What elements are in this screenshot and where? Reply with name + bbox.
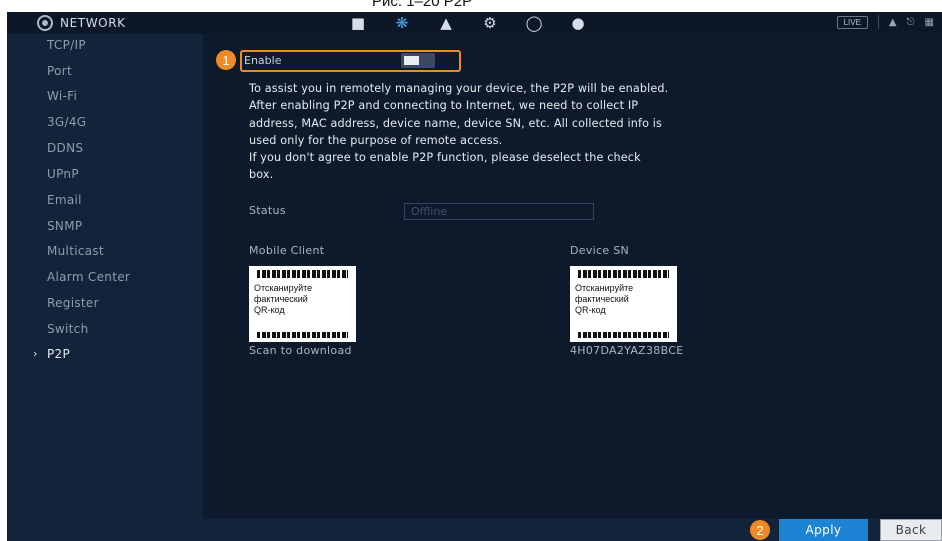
sidebar-item-port[interactable]: Port [47, 64, 72, 78]
network-globe-icon [37, 15, 53, 31]
enable-checkbox[interactable] [401, 53, 435, 68]
device-sn-value: 4H07DA2YAZ38BCE [570, 344, 684, 357]
bottom-bar: 2 Apply Back [203, 519, 942, 541]
notice-line: If you don't agree to enable P2P functio… [249, 151, 641, 165]
network-window: NETWORK ■ ❋ ▲ ⚙ ◯ ● LIVE ▲ ⎋ ▦ TCP/IP Po… [7, 12, 942, 541]
qr-pattern [578, 332, 669, 338]
device-sn-label: Device SN [570, 244, 630, 257]
live-button[interactable]: LIVE [836, 15, 868, 29]
notice-line: used only for the purpose of remote acce… [249, 133, 503, 147]
user-icon[interactable]: ▲ [889, 17, 897, 28]
sidebar-item-snmp[interactable]: SNMP [47, 219, 82, 233]
account-icon[interactable]: ● [567, 14, 589, 32]
mobile-client-label: Mobile Client [249, 244, 325, 257]
storage-icon[interactable]: ▲ [435, 14, 457, 32]
apply-button[interactable]: Apply [779, 519, 868, 541]
sidebar-item-p2p[interactable]: P2P [47, 347, 70, 361]
sidebar-item-multicast[interactable]: Multicast [47, 244, 104, 258]
sidebar-item-ddns[interactable]: DDNS [47, 141, 83, 155]
qr-pattern [257, 270, 348, 278]
scan-to-download-label: Scan to download [249, 344, 352, 357]
status-field: Offline [404, 203, 594, 220]
notice-line: To assist you in remotely managing your … [249, 82, 669, 95]
sidebar-item-register[interactable]: Register [47, 296, 99, 310]
qr-placeholder-text: Отсканируйте фактический QR-код [254, 283, 313, 315]
p2p-notice-text: To assist you in remotely managing your … [249, 80, 809, 184]
window-title: NETWORK [37, 14, 126, 32]
figure-caption: Рис. 1–20 P2P [0, 0, 942, 12]
callout-badge-1: 1 [216, 50, 236, 70]
sidebar-item-tcpip[interactable]: TCP/IP [47, 38, 86, 52]
enable-label: Enable [244, 54, 282, 67]
sidebar-item-3g4g[interactable]: 3G/4G [47, 115, 86, 129]
sidebar-item-switch[interactable]: Switch [47, 322, 88, 336]
notice-line: box. [249, 168, 274, 182]
mobile-client-qr-code: Отсканируйте фактический QR-код [249, 266, 356, 342]
sidebar-item-upnp[interactable]: UPnP [47, 167, 79, 181]
system-settings-icon[interactable]: ⚙ [479, 14, 501, 32]
status-label: Status [249, 204, 286, 217]
logout-icon[interactable]: ⎋ [907, 17, 915, 28]
notice-line: After enabling P2P and connecting to Int… [249, 99, 639, 113]
page-title: NETWORK [60, 16, 126, 30]
main-menu-icons: ■ ❋ ▲ ⚙ ◯ ● [347, 13, 589, 33]
back-button[interactable]: Back [880, 519, 942, 541]
grid-icon[interactable]: ▦ [925, 17, 934, 28]
sidebar-item-email[interactable]: Email [47, 193, 82, 207]
qr-pattern [257, 332, 348, 338]
sidebar-item-wifi[interactable]: Wi-Fi [47, 89, 77, 103]
sidebar: TCP/IP Port Wi-Fi 3G/4G DDNS UPnP Email … [7, 34, 203, 541]
header-divider [877, 15, 879, 29]
network-icon[interactable]: ❋ [391, 14, 413, 32]
device-sn-qr-code: Отсканируйте фактический QR-код [570, 266, 677, 342]
figure-caption-text: Рис. 1–20 P2P [372, 0, 473, 10]
qr-placeholder-text: Отсканируйте фактический QR-код [575, 283, 634, 315]
camera-icon[interactable]: ■ [347, 14, 369, 32]
header-controls: LIVE ▲ ⎋ ▦ [836, 15, 934, 29]
qr-pattern [578, 270, 669, 278]
chevron-right-icon: › [33, 347, 38, 360]
sidebar-item-alarm-center[interactable]: Alarm Center [47, 270, 130, 284]
security-icon[interactable]: ◯ [523, 14, 545, 32]
top-bar: NETWORK ■ ❋ ▲ ⚙ ◯ ● LIVE ▲ ⎋ ▦ [7, 12, 942, 34]
notice-line: address, MAC address, device name, devic… [249, 116, 663, 130]
p2p-settings-panel: 1 Enable To assist you in remotely manag… [203, 34, 942, 519]
callout-badge-2: 2 [750, 520, 770, 540]
